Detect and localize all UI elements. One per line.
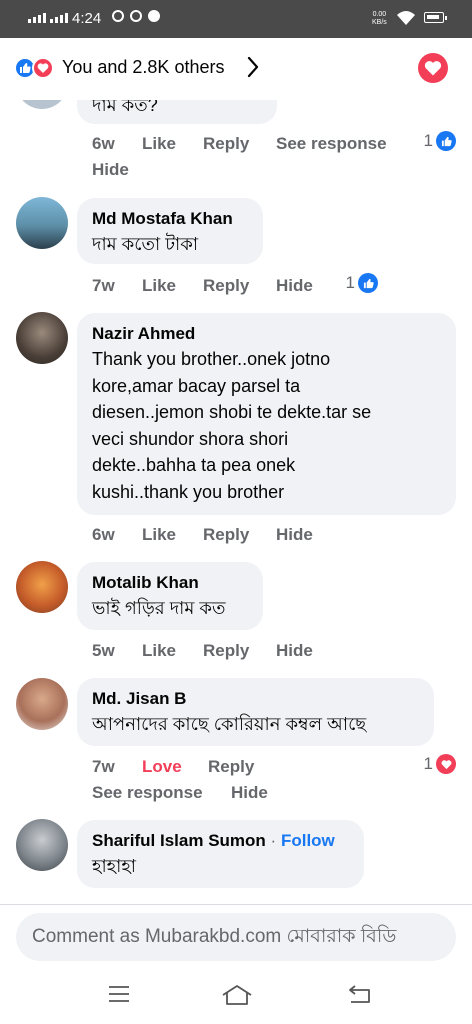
comment-bubble[interactable]: Shariful Islam Sumon · Follow হাহাহা <box>77 820 364 888</box>
comment-text: হাহাহা <box>92 856 137 876</box>
love-reaction-button[interactable] <box>418 53 448 83</box>
comment-text: আপনাদের কাছে কোরিয়ান কম্বল আছে <box>92 714 367 734</box>
hide-button[interactable]: Hide <box>92 160 129 180</box>
menu-icon[interactable] <box>107 984 131 1004</box>
like-icon <box>358 273 378 293</box>
comment-time: 6w <box>92 525 115 544</box>
comment-time: 7w <box>92 276 115 295</box>
comment-time: 5w <box>92 641 115 660</box>
data-saver-icon <box>130 10 142 22</box>
comment-bubble[interactable]: Md. Jisan B আপনাদের কাছে কোরিয়ান কম্বল … <box>77 678 434 746</box>
see-response-button[interactable]: See response <box>92 783 203 803</box>
messenger-icon <box>112 10 124 22</box>
reply-button[interactable]: Reply <box>203 525 249 545</box>
clock: 4:24 <box>72 10 102 27</box>
status-bar: 4:24 0.00 KB/s <box>0 0 472 38</box>
reply-button[interactable]: Reply <box>203 276 249 296</box>
commenter-name[interactable]: Md. Jisan B <box>92 687 420 711</box>
hide-button[interactable]: Hide <box>276 276 313 296</box>
comment-time: 6w <box>92 134 115 153</box>
hide-button[interactable]: Hide <box>276 525 313 545</box>
like-button[interactable]: Like <box>142 641 176 661</box>
comment-time: 7w <box>92 757 115 776</box>
heart-icon <box>424 61 442 76</box>
chevron-right-icon[interactable] <box>246 55 260 79</box>
reaction-summary-icons <box>14 57 54 79</box>
system-nav-bar <box>0 964 472 1024</box>
battery-icon <box>424 12 447 23</box>
signal-icon <box>28 13 46 23</box>
love-icon <box>436 754 456 774</box>
see-response-button[interactable]: See response <box>276 134 387 154</box>
reaction-count[interactable]: 1 <box>424 131 456 151</box>
like-button[interactable]: Like <box>142 134 176 154</box>
network-speed: 0.00 KB/s <box>372 11 387 26</box>
commenter-name[interactable]: Motalib Khan <box>92 571 249 595</box>
avatar[interactable] <box>16 197 68 249</box>
avatar[interactable] <box>16 819 68 871</box>
reactions-header[interactable]: You and 2.8K others <box>0 38 472 100</box>
comment-bubble[interactable]: Motalib Khan ভাই গড়ির দাম কত <box>77 562 263 630</box>
reactors-summary[interactable]: You and 2.8K others <box>62 57 224 78</box>
avatar[interactable] <box>16 312 68 364</box>
back-icon[interactable] <box>347 984 373 1004</box>
like-button[interactable]: Like <box>142 276 176 296</box>
reply-button[interactable]: Reply <box>203 134 249 154</box>
signal-icon-2 <box>50 13 68 23</box>
commenter-name-text[interactable]: Shariful Islam Sumon <box>92 831 266 850</box>
comment-text: দাম কতো টাকা <box>92 234 199 254</box>
follow-button[interactable]: Follow <box>281 831 335 850</box>
comment-text: ভাই গড়ির দাম কত <box>92 598 226 618</box>
comment-text: Thank you brother..onek jotno kore,amar … <box>92 349 372 502</box>
avatar[interactable] <box>16 561 68 613</box>
reaction-count[interactable]: 1 <box>424 754 456 774</box>
commenter-name: Shariful Islam Sumon · Follow <box>92 829 350 853</box>
hide-button[interactable]: Hide <box>276 641 313 661</box>
home-icon[interactable] <box>221 984 253 1006</box>
reply-button[interactable]: Reply <box>208 757 254 777</box>
comment-bubble[interactable]: Nazir Ahmed Thank you brother..onek jotn… <box>77 313 456 515</box>
like-button[interactable]: Like <box>142 525 176 545</box>
comment-input[interactable]: Comment as Mubarakbd.com মোবারাক বিডি <box>16 913 456 961</box>
separator-dot: · <box>270 831 277 850</box>
comment-composer: Comment as Mubarakbd.com মোবারাক বিডি <box>0 904 472 965</box>
hide-button[interactable]: Hide <box>231 783 268 803</box>
commenter-name[interactable]: Nazir Ahmed <box>92 322 442 346</box>
wifi-icon <box>397 11 415 25</box>
love-button[interactable]: Love <box>142 757 182 777</box>
avatar[interactable] <box>16 678 68 730</box>
reaction-count[interactable]: 1 <box>346 273 378 293</box>
love-icon <box>32 57 54 79</box>
like-icon <box>436 131 456 151</box>
commenter-name[interactable]: Md Mostafa Khan <box>92 207 249 231</box>
chat-icon <box>148 10 160 22</box>
reply-button[interactable]: Reply <box>203 641 249 661</box>
comment-bubble[interactable]: Md Mostafa Khan দাম কতো টাকা <box>77 198 263 264</box>
